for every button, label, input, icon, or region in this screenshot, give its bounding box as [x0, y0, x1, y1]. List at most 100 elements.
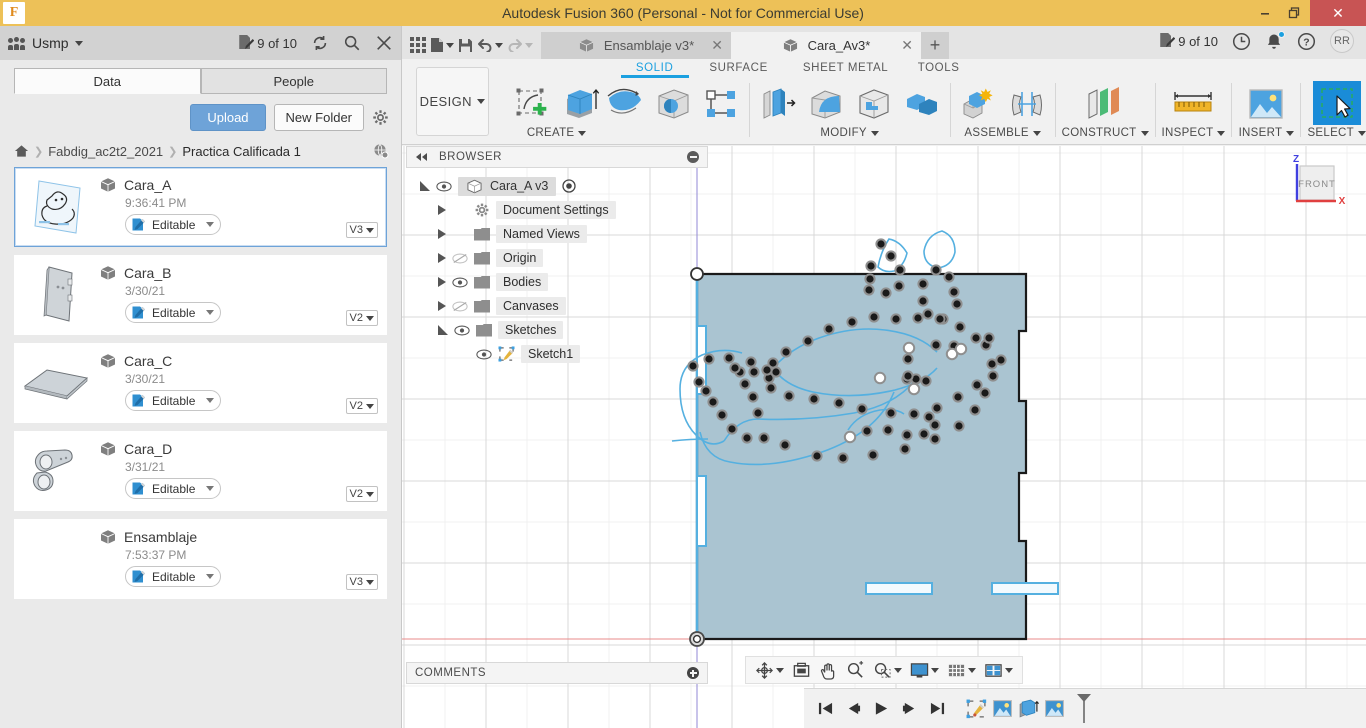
fillet-icon[interactable] [804, 83, 848, 125]
save-icon[interactable] [458, 38, 473, 53]
shell-icon[interactable] [852, 83, 896, 125]
collapse-left-icon[interactable] [415, 152, 429, 162]
bell-icon[interactable] [1265, 32, 1283, 51]
expand-triangle-icon[interactable] [438, 253, 446, 263]
display-settings-icon[interactable] [907, 661, 942, 680]
tree-node-sketches[interactable]: Sketches [406, 318, 708, 342]
timeline-marker[interactable] [1074, 693, 1094, 725]
step-back-icon[interactable] [840, 696, 866, 722]
redo-icon[interactable] [507, 38, 533, 52]
globe-share-icon[interactable] [373, 143, 389, 159]
list-item[interactable]: Cara_C 3/30/21 Editable [14, 343, 387, 423]
insert-canvas-icon[interactable] [1238, 83, 1294, 125]
eye-hidden-icon[interactable] [452, 253, 468, 264]
new-file-icon[interactable] [430, 37, 454, 53]
breadcrumb-item-1[interactable]: Practica Calificada 1 [182, 144, 301, 159]
orbit-icon[interactable] [752, 661, 787, 680]
pan-icon[interactable] [816, 661, 841, 680]
ribbon-group-label-inspect[interactable]: INSPECT [1162, 127, 1226, 139]
status-badge[interactable]: Editable [125, 390, 221, 411]
viewcube[interactable]: FRONT Z X [1282, 154, 1348, 220]
joint-icon[interactable] [1005, 83, 1049, 125]
status-badge[interactable]: Editable [125, 214, 221, 235]
search-icon[interactable] [343, 34, 361, 52]
offset-plane-icon[interactable] [1077, 83, 1133, 125]
version-selector[interactable]: V2 [346, 310, 378, 326]
home-icon[interactable] [14, 144, 29, 158]
zoom-window-icon[interactable] [870, 661, 905, 680]
gear-icon[interactable] [372, 109, 389, 126]
eye-hidden-icon[interactable] [452, 301, 468, 312]
press-pull-icon[interactable] [756, 83, 800, 125]
measure-icon[interactable] [1165, 83, 1221, 125]
tree-node-named-views[interactable]: Named Views [406, 222, 708, 246]
expand-triangle-icon[interactable] [438, 229, 446, 239]
undo-icon[interactable] [477, 38, 503, 52]
look-at-icon[interactable] [789, 661, 814, 680]
new-document-tab-button[interactable]: + [921, 32, 949, 59]
version-selector[interactable]: V2 [346, 398, 378, 414]
canvas-feature-icon[interactable] [1042, 697, 1066, 721]
list-item[interactable]: Cara_A 9:36:41 PM Editable [14, 167, 387, 247]
avatar[interactable]: RR [1330, 29, 1354, 53]
version-selector[interactable]: V3 [346, 574, 378, 590]
ribbon-group-label-modify[interactable]: MODIFY [820, 127, 879, 139]
help-icon[interactable]: ? [1297, 32, 1316, 51]
version-selector[interactable]: V3 [346, 222, 378, 238]
activate-radio-icon[interactable] [562, 179, 576, 193]
list-item[interactable]: Cara_B 3/30/21 Editable [14, 255, 387, 335]
go-to-start-icon[interactable] [812, 696, 838, 722]
new-folder-button[interactable]: New Folder [274, 104, 364, 131]
document-tab-ensamblaje[interactable]: Ensamblaje v3* ✕ [541, 32, 731, 59]
tab-data[interactable]: Data [14, 68, 201, 94]
tree-node-cara-a[interactable]: Cara_A v3 [406, 174, 708, 198]
close-tab-icon[interactable]: ✕ [901, 37, 913, 54]
step-forward-icon[interactable] [896, 696, 922, 722]
expand-triangle-icon[interactable] [438, 325, 448, 335]
surface-patch-icon[interactable] [603, 83, 647, 125]
list-item[interactable]: Cara_D 3/31/21 Editable [14, 431, 387, 511]
tree-node-bodies[interactable]: Bodies [406, 270, 708, 294]
status-badge[interactable]: Editable [125, 302, 221, 323]
expand-triangle-icon[interactable] [438, 301, 446, 311]
refresh-icon[interactable] [311, 34, 329, 52]
workspace-switcher[interactable]: DESIGN [416, 67, 489, 136]
eye-visible-icon[interactable] [476, 349, 492, 360]
tree-node-origin[interactable]: Origin [406, 246, 708, 270]
eye-visible-icon[interactable] [452, 277, 468, 288]
eye-visible-icon[interactable] [454, 325, 470, 336]
tree-node-sketch1[interactable]: Sketch1 [406, 342, 708, 366]
sketch-feature-icon[interactable] [964, 697, 988, 721]
canvas-feature-icon[interactable] [990, 697, 1014, 721]
zoom-icon[interactable] [843, 661, 868, 680]
ribbon-group-label-assemble[interactable]: ASSEMBLE [964, 127, 1040, 139]
expand-triangle-icon[interactable] [420, 181, 430, 191]
close-tab-icon[interactable]: ✕ [711, 37, 723, 54]
ribbon-group-label-insert[interactable]: INSERT [1239, 127, 1295, 139]
comments-panel[interactable]: COMMENTS [406, 662, 708, 684]
go-to-end-icon[interactable] [924, 696, 950, 722]
ribbon-group-label-create[interactable]: CREATE [527, 127, 587, 139]
extrude-feature-icon[interactable] [1016, 697, 1040, 721]
ribbon-group-label-construct[interactable]: CONSTRUCT [1062, 127, 1149, 139]
status-badge[interactable]: Editable [125, 566, 221, 587]
minimize-button[interactable] [1250, 0, 1280, 26]
clock-icon[interactable] [1232, 32, 1251, 51]
expand-triangle-icon[interactable] [438, 205, 446, 215]
select-cursor-icon[interactable] [1313, 81, 1361, 125]
play-icon[interactable] [868, 696, 894, 722]
grid-snap-icon[interactable] [944, 661, 979, 680]
new-component-icon[interactable] [957, 83, 1001, 125]
viewports-icon[interactable] [981, 661, 1016, 680]
tree-node-canvases[interactable]: Canvases [406, 294, 708, 318]
sheet-metal-flange-icon[interactable] [699, 83, 743, 125]
close-panel-icon[interactable] [375, 34, 393, 52]
list-item[interactable]: Ensamblaje 7:53:37 PM Editable [14, 519, 387, 599]
surface-revolve-icon[interactable] [651, 83, 695, 125]
create-sketch-icon[interactable] [511, 83, 555, 125]
ribbon-group-label-select[interactable]: SELECT [1307, 127, 1366, 139]
plus-circle-icon[interactable] [687, 667, 699, 679]
close-window-button[interactable]: ✕ [1310, 0, 1366, 26]
viewport-canvas[interactable]: BROWSER [402, 146, 1366, 728]
upload-button[interactable]: Upload [190, 104, 265, 131]
